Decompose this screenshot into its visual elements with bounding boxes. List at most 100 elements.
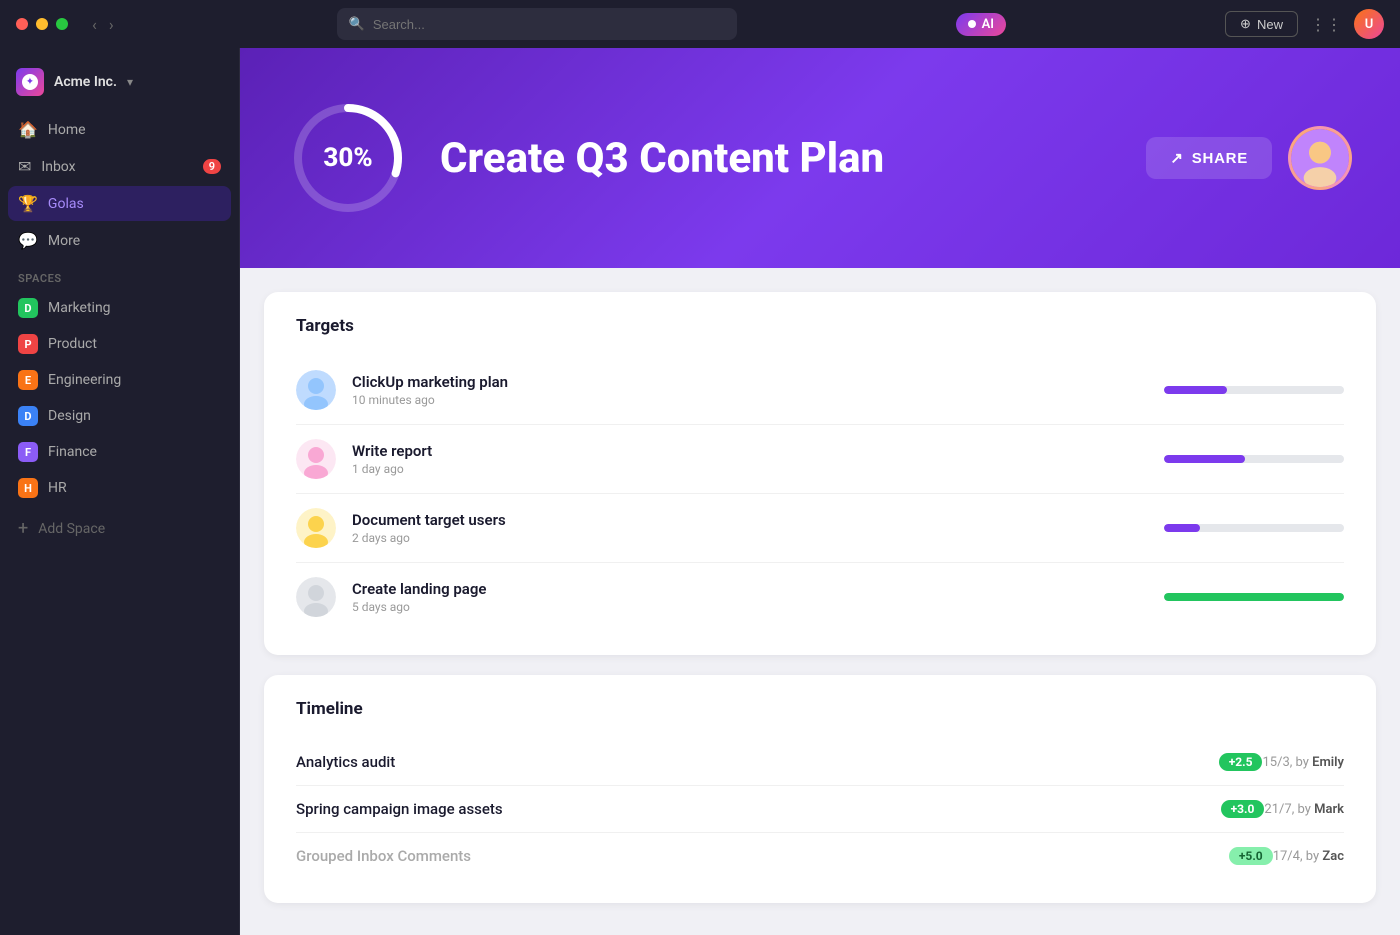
plus-icon: ⊕	[1240, 16, 1251, 32]
space-label: Engineering	[48, 372, 121, 388]
goals-icon: 🏆	[18, 194, 38, 213]
targets-card: Targets ClickUp marketing plan 10 minute…	[264, 292, 1376, 655]
hero-title: Create Q3 Content Plan	[440, 134, 1114, 183]
space-badge-finance: F	[18, 442, 38, 462]
home-icon: 🏠	[18, 120, 38, 139]
user-avatar[interactable]: U	[1354, 9, 1384, 39]
target-progress-bar	[1164, 593, 1344, 601]
sidebar: Acme Inc. ▾ 🏠 Home ✉ Inbox 9 🏆 Golas 💬 M…	[0, 48, 240, 935]
timeline-author: Zac	[1322, 849, 1344, 864]
target-info: ClickUp marketing plan 10 minutes ago	[352, 373, 1148, 407]
timeline-date: 15/3, by Emily	[1262, 755, 1344, 770]
sidebar-item-label: Home	[48, 122, 86, 138]
new-button[interactable]: ⊕ New	[1225, 11, 1298, 37]
sidebar-item-goals[interactable]: 🏆 Golas	[8, 186, 231, 221]
target-name: Create landing page	[352, 580, 1148, 598]
target-name: ClickUp marketing plan	[352, 373, 1148, 391]
space-badge-product: P	[18, 334, 38, 354]
timeline-item: Analytics audit +2.5 15/3, by Emily	[296, 739, 1344, 786]
search-input[interactable]	[373, 17, 725, 32]
space-item-finance[interactable]: F Finance	[8, 435, 231, 469]
hero-right: ↗ SHARE	[1146, 126, 1352, 190]
target-name: Write report	[352, 442, 1148, 460]
workspace-name: Acme Inc.	[54, 74, 117, 90]
top-bar: ‹ › 🔍 AI ⊕ New ⋮⋮ U	[0, 0, 1400, 48]
target-avatar	[296, 577, 336, 617]
space-label: Design	[48, 408, 91, 424]
workspace-header[interactable]: Acme Inc. ▾	[0, 60, 239, 112]
workspace-logo-inner	[22, 74, 38, 90]
share-icon: ↗	[1170, 149, 1183, 167]
space-item-engineering[interactable]: E Engineering	[8, 363, 231, 397]
target-info: Create landing page 5 days ago	[352, 580, 1148, 614]
share-button[interactable]: ↗ SHARE	[1146, 137, 1272, 179]
target-time: 10 minutes ago	[352, 393, 1148, 407]
main-layout: Acme Inc. ▾ 🏠 Home ✉ Inbox 9 🏆 Golas 💬 M…	[0, 48, 1400, 935]
space-badge-design: D	[18, 406, 38, 426]
timeline-item-name: Analytics audit	[296, 753, 1209, 771]
timeline-title: Timeline	[296, 699, 1344, 719]
timeline-tag: +3.0	[1221, 800, 1265, 818]
timeline-date: 17/4, by Zac	[1273, 849, 1344, 864]
window-controls	[16, 18, 68, 30]
sidebar-item-inbox[interactable]: ✉ Inbox 9	[8, 149, 231, 184]
space-badge-hr: H	[18, 478, 38, 498]
cards-area: Targets ClickUp marketing plan 10 minute…	[240, 268, 1400, 927]
space-item-hr[interactable]: H HR	[8, 471, 231, 505]
timeline-item-name: Grouped Inbox Comments	[296, 847, 1219, 865]
nav-arrows: ‹ ›	[88, 13, 118, 36]
space-label: Finance	[48, 444, 97, 460]
target-info: Write report 1 day ago	[352, 442, 1148, 476]
fullscreen-dot[interactable]	[56, 18, 68, 30]
space-item-product[interactable]: P Product	[8, 327, 231, 361]
space-badge-engineering: E	[18, 370, 38, 390]
timeline-author: Emily	[1312, 755, 1344, 770]
space-item-marketing[interactable]: D Marketing	[8, 291, 231, 325]
sidebar-item-label: More	[48, 233, 80, 249]
target-progress-bar	[1164, 386, 1344, 394]
timeline-tag: +5.0	[1229, 847, 1273, 865]
timeline-item: Spring campaign image assets +3.0 21/7, …	[296, 786, 1344, 833]
timeline-item: Grouped Inbox Comments +5.0 17/4, by Zac	[296, 833, 1344, 879]
search-icon: 🔍	[349, 17, 365, 32]
back-arrow[interactable]: ‹	[88, 13, 101, 36]
forward-arrow[interactable]: ›	[105, 13, 118, 36]
avatar-svg	[1291, 126, 1349, 190]
sidebar-item-home[interactable]: 🏠 Home	[8, 112, 231, 147]
grid-icon[interactable]: ⋮⋮	[1310, 15, 1342, 34]
sidebar-item-more[interactable]: 💬 More	[8, 223, 231, 258]
target-avatar	[296, 508, 336, 548]
target-progress-fill	[1164, 455, 1245, 463]
space-label: Marketing	[48, 300, 111, 316]
search-bar[interactable]: 🔍	[337, 8, 737, 40]
timeline-date: 21/7, by Mark	[1264, 802, 1344, 817]
new-label: New	[1257, 17, 1283, 32]
target-progress-fill	[1164, 593, 1344, 601]
target-progress-fill	[1164, 386, 1227, 394]
space-badge-marketing: D	[18, 298, 38, 318]
space-item-design[interactable]: D Design	[8, 399, 231, 433]
minimize-dot[interactable]	[36, 18, 48, 30]
more-icon: 💬	[18, 231, 38, 250]
target-info: Document target users 2 days ago	[352, 511, 1148, 545]
target-progress-fill	[1164, 524, 1200, 532]
ai-button[interactable]: AI	[956, 13, 1006, 36]
timeline-card: Timeline Analytics audit +2.5 15/3, by E…	[264, 675, 1376, 903]
plus-icon: +	[18, 518, 28, 539]
sidebar-item-label: Golas	[48, 196, 84, 212]
target-item: Write report 1 day ago	[296, 425, 1344, 494]
ai-dot-icon	[968, 20, 976, 28]
target-time: 2 days ago	[352, 531, 1148, 545]
target-name: Document target users	[352, 511, 1148, 529]
add-space-button[interactable]: + Add Space	[0, 511, 239, 546]
target-avatar	[296, 370, 336, 410]
timeline-author: Mark	[1314, 802, 1344, 817]
workspace-logo	[16, 68, 44, 96]
space-label: HR	[48, 480, 67, 496]
inbox-badge: 9	[203, 159, 221, 174]
close-dot[interactable]	[16, 18, 28, 30]
target-time: 1 day ago	[352, 462, 1148, 476]
target-item: Create landing page 5 days ago	[296, 563, 1344, 631]
target-progress-bar	[1164, 524, 1344, 532]
ai-label: AI	[982, 17, 994, 32]
